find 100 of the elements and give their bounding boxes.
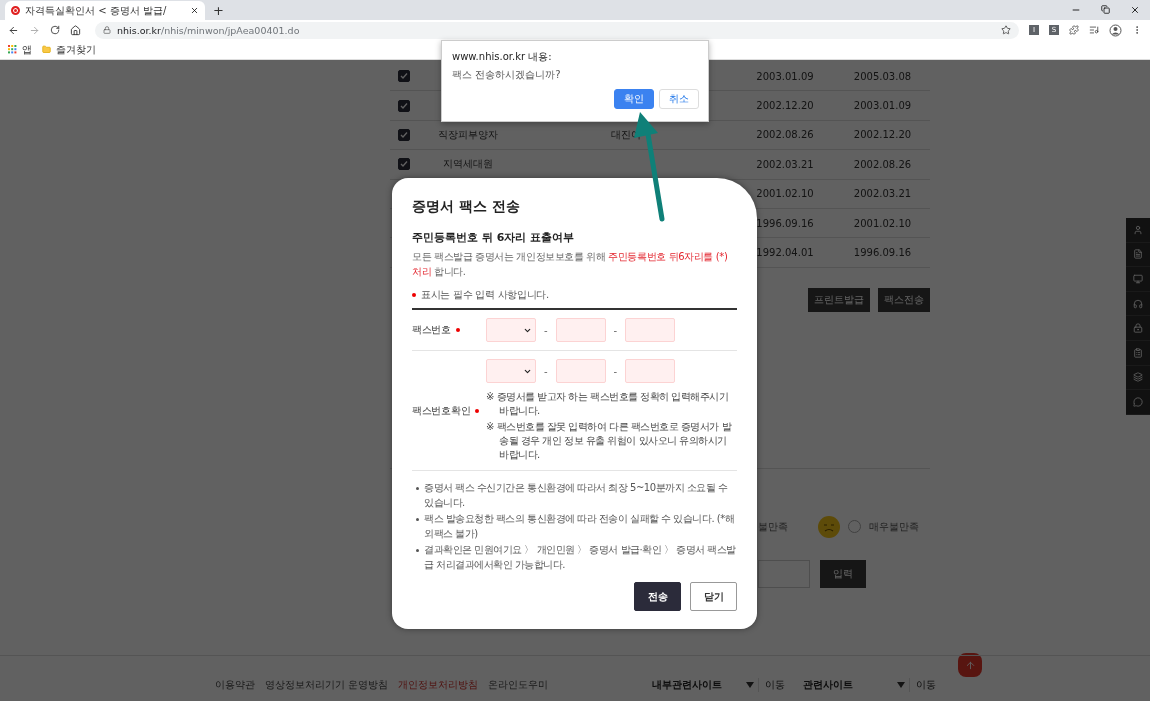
footer-link[interactable]: 온라인도우미 [488,677,549,692]
required-note: 표시는 필수 입력 사항입니다. [421,288,549,302]
table-cell-text: 1996.09.16 [755,217,815,229]
new-tab-button[interactable]: + [213,3,224,18]
table-cell-text: 2005.03.08 [852,70,913,82]
separator-text: - [544,324,548,336]
description-text: 모든 팩스발급 증명서는 개인정보보호를 위해 주민등록번호 뒤6자리를 (*) 처리 합니다. [412,250,729,279]
bookmark-item[interactable]: 앱 [8,42,32,57]
favicon-icon [11,6,20,15]
cancel-button[interactable]: 취소 [659,89,699,109]
info-text: 팩스 발송요청한 팩스의 통신환경에 따라 전송이 실패할 수 있습니다. (*해외팩스 불가) [424,512,736,541]
clipboard-icon [1133,347,1143,358]
back-icon[interactable] [8,24,19,36]
url-text: nhis.or.kr/nhis/minwon/jpAea00401.do [117,24,300,36]
note-text: ※ 증명서를 받고자 하는 팩스번호를 정확히 입력해주시기 바랍니다. [486,390,730,418]
folder-icon [42,45,51,54]
chat-icon [1133,396,1143,407]
dialog-title: 증명서 팩스 전송 [412,198,521,216]
bullet-icon [416,518,419,521]
close-icon[interactable] [190,6,199,15]
bullet-icon [416,487,419,490]
note-text: ※ 팩스번호를 잘못 입력하여 다른 팩스번호로 증명서가 발송될 경우 개인 정보 유출 위험이 있사오니 유의하시기 바랍니다. [486,420,733,462]
field-label: 팩스번호 [412,323,451,337]
separator-text: - [544,365,548,377]
bullet-icon [416,549,419,552]
footer-link[interactable]: 영상정보처리기기 운영방침 [265,677,389,692]
table-cell-text: 2002.12.20 [755,100,815,112]
bookmark-item[interactable]: 즐겨찾기 [42,42,96,57]
table-cell-text: 2002.03.21 [755,158,815,170]
required-dot-icon [412,293,416,297]
home-icon[interactable] [70,24,81,36]
reload-icon[interactable] [50,25,60,35]
checkbox[interactable] [398,99,410,112]
table-cell-text: 2002.03.21 [852,188,913,200]
footer-link[interactable]: 개인정보처리방침 [398,677,479,692]
rating-label: 매우불만족 [869,519,919,534]
confirm-button[interactable]: 확인 [614,89,654,109]
layers-icon [1133,372,1143,383]
table-cell-text: 2002.08.26 [755,129,815,141]
browser-tab[interactable]: 자격득실확인서 < 증명서 발급/ [5,1,205,20]
tab-title: 자격득실확인서 < 증명서 발급/ [25,3,168,18]
send-button[interactable]: 전송 [634,582,681,611]
dropdown-triangle-icon [746,681,755,688]
close-button[interactable]: 닫기 [690,582,737,611]
table-cell-text: 지역세대원 [441,157,494,172]
table-cell-text: 직장피부양자 [436,127,499,142]
fax-number-field[interactable] [625,359,676,383]
comment-field[interactable] [758,559,810,588]
lock-icon [1133,323,1143,334]
close-icon[interactable] [1130,5,1140,15]
field-label: 팩스번호확인 [412,403,471,418]
playlist-icon[interactable] [1089,25,1099,35]
info-text: 증명서 팩스 수신기간은 통신환경에 따라서 최장 5~10분까지 소요될 수 있습니다. [424,481,729,510]
go-button[interactable]: 이동 [758,677,792,692]
action-button[interactable]: 팩스전송 [878,287,930,312]
puzzle-icon[interactable] [1069,25,1079,35]
site-select[interactable]: 관련사이트 [799,674,910,695]
action-button[interactable]: 프린트발급 [808,287,870,312]
radio-button[interactable] [848,520,861,534]
table-cell-text: 2001.02.10 [755,188,815,200]
table-cell-text: 1996.09.16 [852,247,913,259]
scroll-top-button[interactable] [958,653,982,677]
restore-icon[interactable] [1101,5,1110,14]
area-code-select[interactable] [486,359,536,383]
go-button[interactable]: 이동 [909,677,943,692]
apps-grid-icon [8,45,17,54]
table-cell-text: 2002.12.20 [852,129,913,141]
table-cell-text: 2003.01.09 [852,100,913,112]
forward-icon[interactable] [29,24,40,36]
person-icon [1133,224,1143,235]
document-icon [1133,249,1143,260]
lock-icon [103,26,111,34]
rating-label: 불만족 [758,519,788,534]
dialog-title: www.nhis.or.kr 내용: [452,50,553,64]
arrow-up-icon [964,659,976,671]
table-cell-text: 2003.01.09 [755,70,815,82]
table-cell-text: 2002.08.26 [852,158,913,170]
fax-number-field[interactable] [625,318,676,342]
sad-face-icon [818,515,840,538]
fax-number-field[interactable] [555,318,606,342]
area-code-select[interactable] [486,318,536,342]
submit-button[interactable]: 입력 [820,559,866,588]
dialog-message: 팩스 전송하시겠습니까? [452,68,562,82]
separator-text: - [613,365,618,377]
avatar-icon[interactable] [1109,23,1122,37]
address-bar[interactable]: nhis.or.kr/nhis/minwon/jpAea00401.do [95,21,1019,39]
fax-number-field[interactable] [555,359,606,383]
site-select[interactable]: 내부관련사이트 [648,674,759,695]
table-cell-text: 2001.02.10 [852,217,913,229]
dropdown-triangle-icon [897,681,906,688]
monitor-icon [1133,274,1143,284]
checkbox[interactable] [398,128,410,141]
checkbox[interactable] [398,158,410,171]
checkbox[interactable] [398,70,410,83]
separator-text: - [613,324,618,336]
footer-link[interactable]: 이용약관 [215,677,255,692]
headset-icon [1133,298,1143,309]
table-cell-text: 1992.04.01 [755,247,815,259]
star-icon[interactable] [1001,25,1011,35]
info-text: 결과확인은 민원여기요 〉 개인민원 〉 증명서 발급·확인 〉 증명서 팩스발급 처리결과에서확인 가능합니다. [424,543,737,572]
